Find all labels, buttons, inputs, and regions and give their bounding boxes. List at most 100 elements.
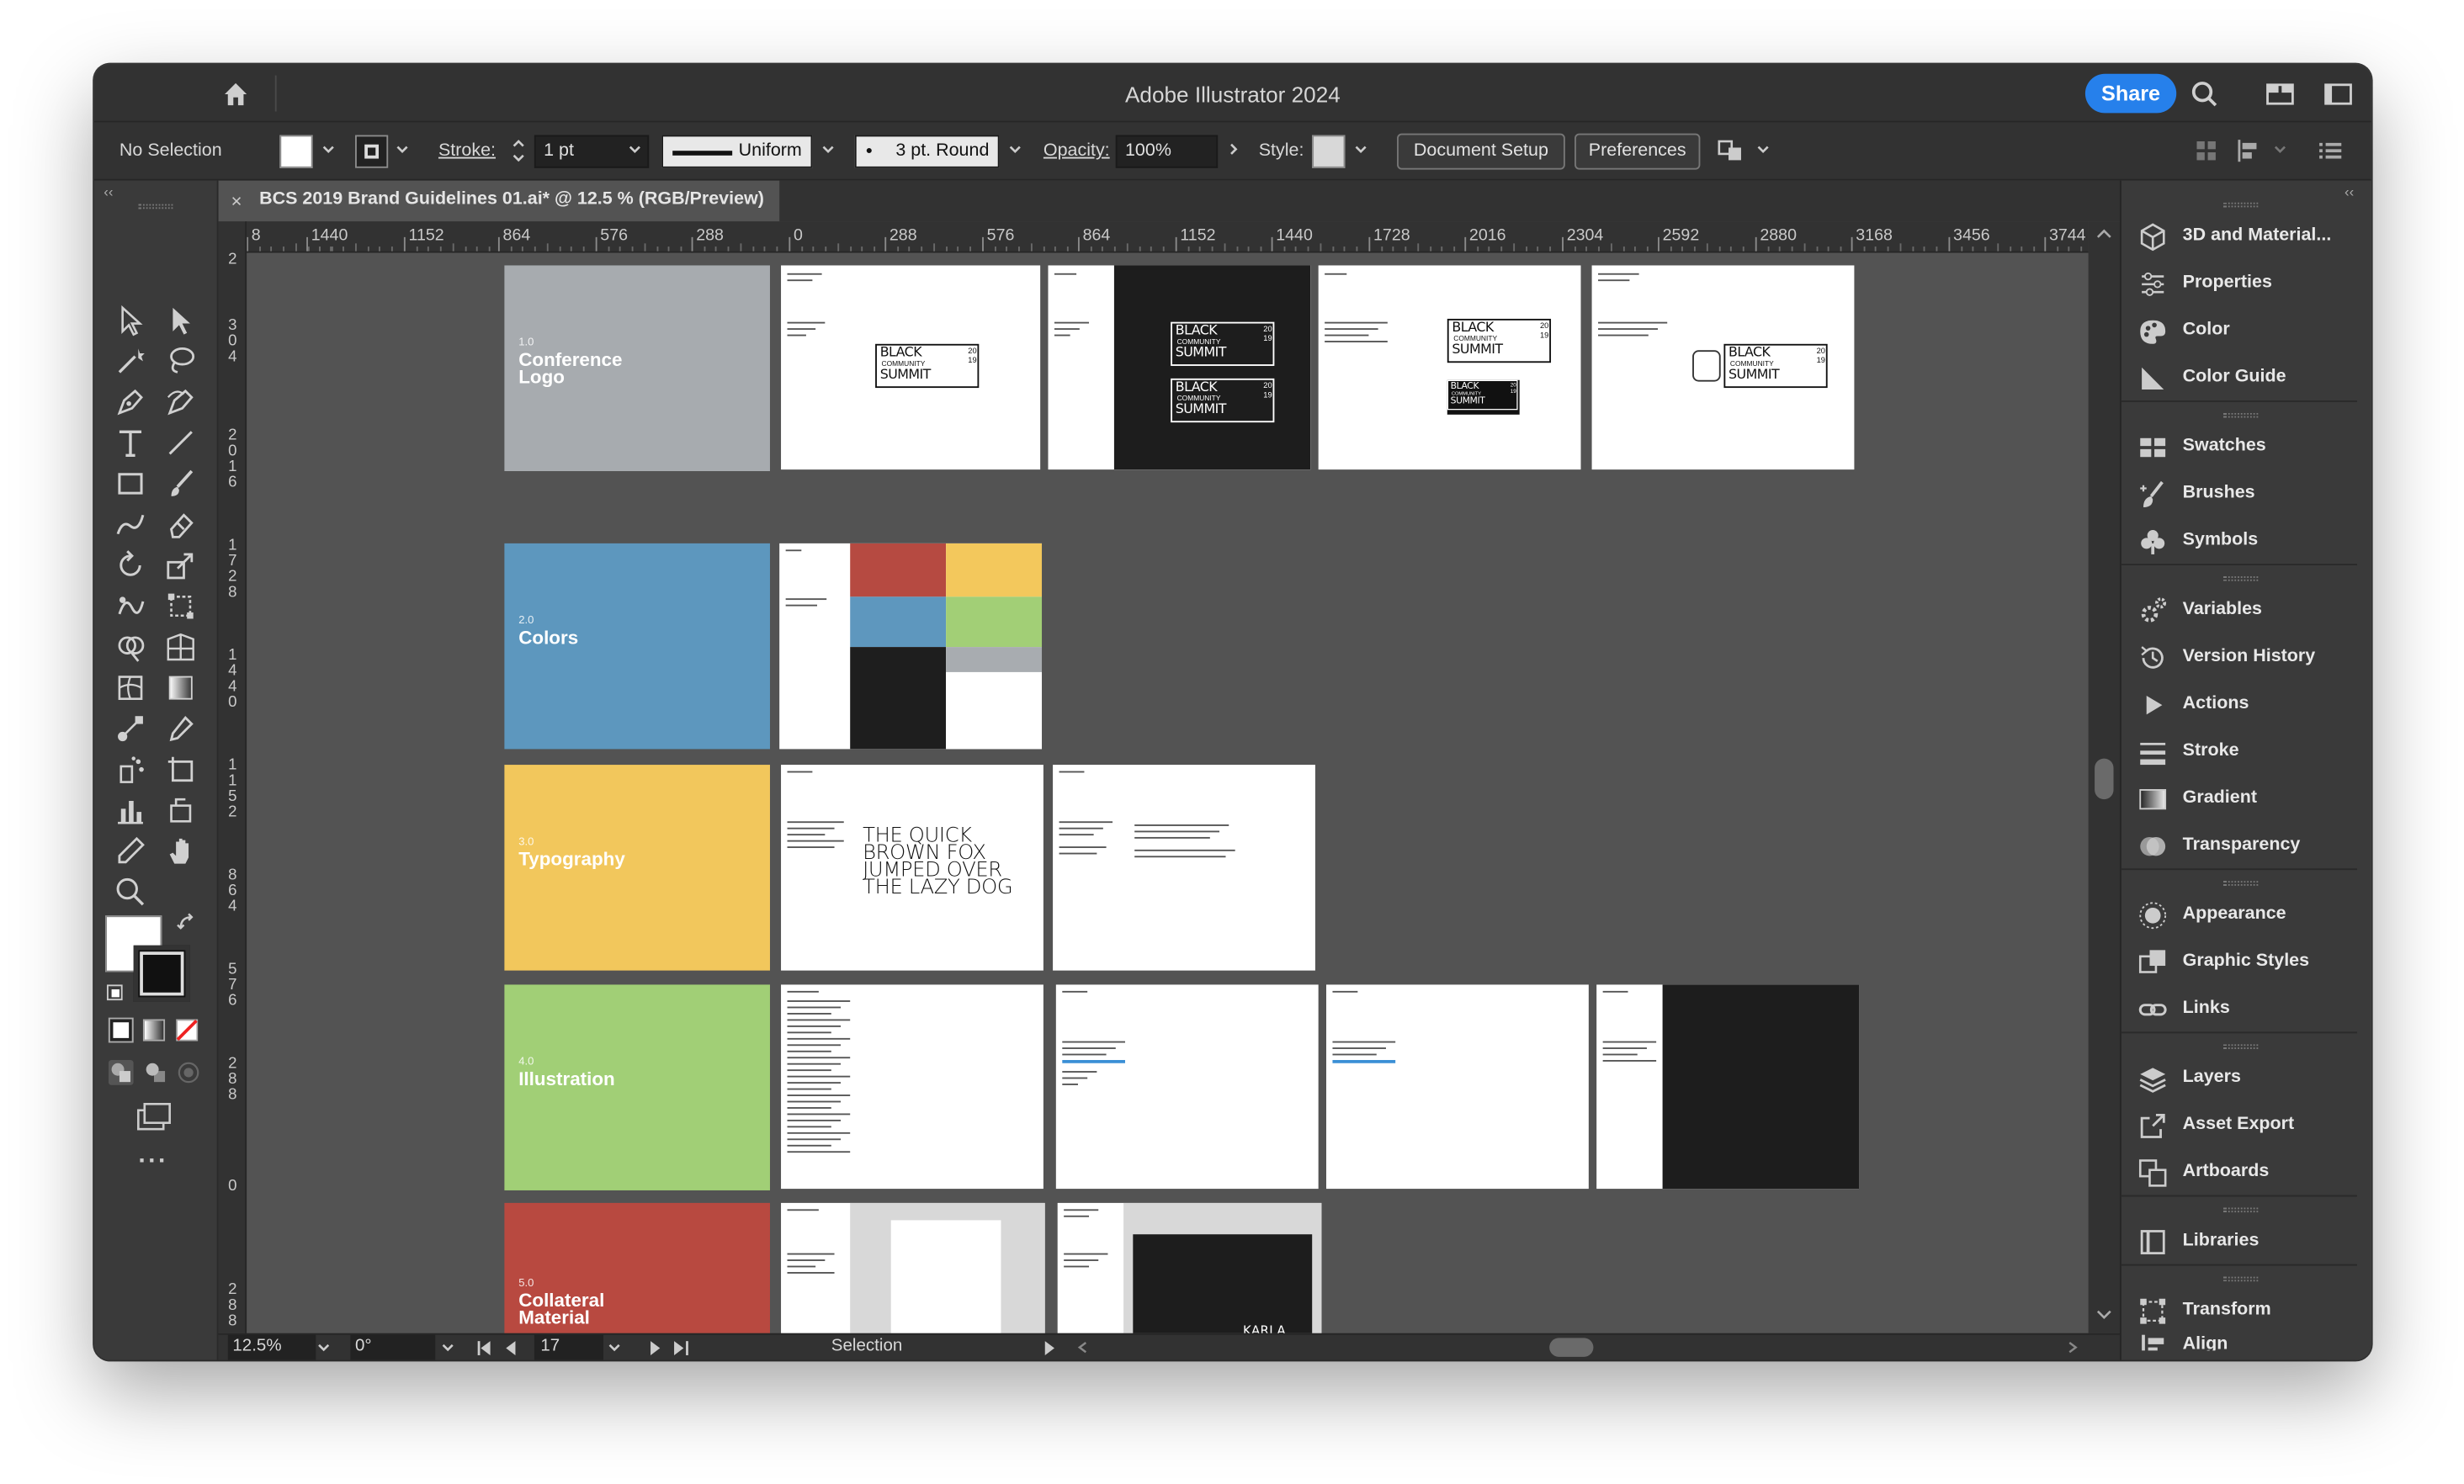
horizontal-scrollbar[interactable] xyxy=(1067,1335,2089,1360)
zoom-field[interactable]: 12.5% xyxy=(227,1334,316,1360)
chevron-down-icon[interactable] xyxy=(1006,140,1024,158)
artboard[interactable]: KARLA COLE xyxy=(1057,1202,1322,1333)
chevron-down-icon[interactable] xyxy=(605,1338,624,1356)
opacity-field[interactable]: 100% xyxy=(1115,135,1219,168)
magic-wand-tool-icon[interactable] xyxy=(113,344,147,379)
document-tab[interactable]: × BCS 2019 Brand Guidelines 01.ai* @ 12.… xyxy=(218,180,780,222)
panel-grip[interactable] xyxy=(2223,202,2259,208)
arrange-icon[interactable] xyxy=(1716,136,1747,165)
collapse-dock-icon[interactable]: ‹‹ xyxy=(2345,183,2354,199)
chevron-down-icon[interactable] xyxy=(819,140,837,158)
shape-builder-tool-icon[interactable] xyxy=(113,630,147,665)
panel-item-symbols[interactable]: Symbols xyxy=(2137,523,2357,561)
chevron-down-icon[interactable] xyxy=(438,1338,457,1356)
horizontal-scroll-thumb[interactable] xyxy=(1549,1338,1594,1357)
screen-mode-icon[interactable] xyxy=(135,1101,173,1132)
panel-item-version-history[interactable]: Version History xyxy=(2137,639,2357,677)
first-prev-artboard-icons[interactable] xyxy=(476,1339,523,1357)
workspace-icon[interactable] xyxy=(2265,78,2296,109)
panel-grip[interactable] xyxy=(2223,1276,2259,1282)
horizontal-ruler[interactable]: 8 1440 1152 864 576 288 0 288 576 864 1152 1440 1728… xyxy=(247,221,2089,253)
panel-item-transform[interactable]: Transform xyxy=(2137,1292,2357,1330)
panel-item-asset-export[interactable]: Asset Export xyxy=(2137,1107,2357,1145)
stroke-color-box[interactable] xyxy=(133,945,190,1002)
draw-inside-icon[interactable] xyxy=(176,1060,201,1085)
swap-fill-stroke-icon[interactable] xyxy=(176,913,198,935)
artboard[interactable] xyxy=(779,543,1043,750)
gradient-tool-icon[interactable] xyxy=(163,670,198,705)
variable-width-profile[interactable]: Uniform xyxy=(661,135,813,168)
section-artboard[interactable]: 1.0 Conference Logo xyxy=(504,265,770,472)
color-mode-icon[interactable] xyxy=(108,1017,134,1043)
none-mode-icon[interactable] xyxy=(176,1019,199,1041)
artboard-tool-icon[interactable] xyxy=(163,752,198,787)
chevron-down-icon[interactable] xyxy=(625,140,644,158)
scroll-right-icon[interactable] xyxy=(2066,1341,2079,1354)
draw-behind-icon[interactable] xyxy=(143,1060,168,1085)
panel-item-artboards[interactable]: Artboards xyxy=(2137,1154,2357,1192)
zoom-tool-icon[interactable] xyxy=(113,875,147,909)
shaper-tool-icon[interactable] xyxy=(113,507,147,542)
perspective-grid-tool-icon[interactable] xyxy=(163,630,198,665)
free-transform-tool-icon[interactable] xyxy=(163,589,198,623)
status-menu-icon[interactable] xyxy=(1043,1341,1056,1355)
panel-item-stroke[interactable]: Stroke xyxy=(2137,734,2357,771)
document-setup-button[interactable]: Document Setup xyxy=(1397,133,1565,170)
artboard[interactable] xyxy=(1053,765,1315,971)
panel-item-links[interactable]: Links xyxy=(2137,991,2357,1029)
selection-tool-icon[interactable] xyxy=(113,303,147,337)
panel-item-variables[interactable]: Variables xyxy=(2137,592,2357,630)
artboard[interactable] xyxy=(781,984,1043,1190)
collapse-panel-icon[interactable]: ‹‹ xyxy=(104,183,113,199)
more-tools-icon[interactable]: ··· xyxy=(138,1148,167,1177)
panel-grip[interactable] xyxy=(2223,1207,2259,1213)
line-tool-icon[interactable] xyxy=(163,426,198,460)
search-icon[interactable] xyxy=(2189,78,2220,109)
rotate-tool-icon[interactable] xyxy=(113,548,147,582)
panel-grip[interactable] xyxy=(2223,576,2259,581)
rotation-field[interactable]: 0° xyxy=(350,1334,436,1360)
scale-tool-icon[interactable] xyxy=(163,548,198,582)
panel-menu-icon[interactable] xyxy=(2318,140,2343,162)
panel-grip[interactable] xyxy=(2223,1044,2259,1049)
mesh-tool-icon[interactable] xyxy=(113,670,147,705)
vertical-ruler[interactable]: 230420161728144011528645762880288576 xyxy=(218,221,247,1333)
next-last-artboard-icons[interactable] xyxy=(643,1339,690,1357)
panel-grip[interactable] xyxy=(138,204,173,209)
section-artboard[interactable]: 3.0 Typography xyxy=(504,765,770,971)
panel-item-align[interactable]: Align xyxy=(2137,1327,2357,1351)
panel-item-properties[interactable]: Properties xyxy=(2137,265,2357,303)
distribute-icon[interactable] xyxy=(2236,138,2265,163)
artboard[interactable] xyxy=(1326,984,1589,1190)
chevron-down-icon[interactable] xyxy=(393,140,412,158)
canvas[interactable]: 1.0 Conference Logo 2.0 Colors 3.0 Typography… xyxy=(247,252,2089,1333)
chevron-down-icon[interactable] xyxy=(2270,140,2289,158)
vertical-scroll-thumb[interactable] xyxy=(2095,758,2114,800)
panel-toggle-icon[interactable] xyxy=(2323,78,2354,109)
artboard-number-field[interactable]: 17 xyxy=(534,1334,604,1360)
share-button[interactable]: Share xyxy=(2084,73,2177,114)
direct-selection-tool-icon[interactable] xyxy=(163,303,198,337)
eyedropper-tool-icon[interactable] xyxy=(163,712,198,746)
lasso-tool-icon[interactable] xyxy=(163,344,198,379)
chevron-right-icon[interactable] xyxy=(1224,140,1243,158)
default-colors-icon[interactable] xyxy=(106,984,123,1001)
curvature-tool-icon[interactable] xyxy=(163,384,198,419)
chevron-down-icon[interactable] xyxy=(1754,140,1772,158)
artboard[interactable]: BLACK COMMUNITY SUMMIT 2019 BLACK COMMUNITY SU… xyxy=(1048,265,1311,470)
stroke-swatch[interactable] xyxy=(355,135,389,168)
fill-swatch[interactable] xyxy=(279,135,313,168)
panel-item-brushes[interactable]: Brushes xyxy=(2137,476,2357,514)
scroll-left-icon[interactable] xyxy=(1076,1341,1089,1354)
panel-item-gradient[interactable]: Gradient xyxy=(2137,781,2357,819)
artboard[interactable]: BLACK COMMUNITY SUMMIT 2019 xyxy=(781,265,1041,470)
opacity-label[interactable]: Opacity: xyxy=(1043,141,1110,160)
chevron-down-icon[interactable] xyxy=(1351,140,1370,158)
align-grid-icon[interactable] xyxy=(2194,138,2219,163)
preferences-button[interactable]: Preferences xyxy=(1575,133,1701,170)
panel-grip[interactable] xyxy=(2223,881,2259,886)
stroke-stepper-icon[interactable] xyxy=(509,135,528,167)
scroll-down-icon[interactable] xyxy=(2096,1308,2112,1321)
section-artboard[interactable]: 4.0 Illustration xyxy=(504,984,770,1190)
panel-grip[interactable] xyxy=(2223,412,2259,418)
